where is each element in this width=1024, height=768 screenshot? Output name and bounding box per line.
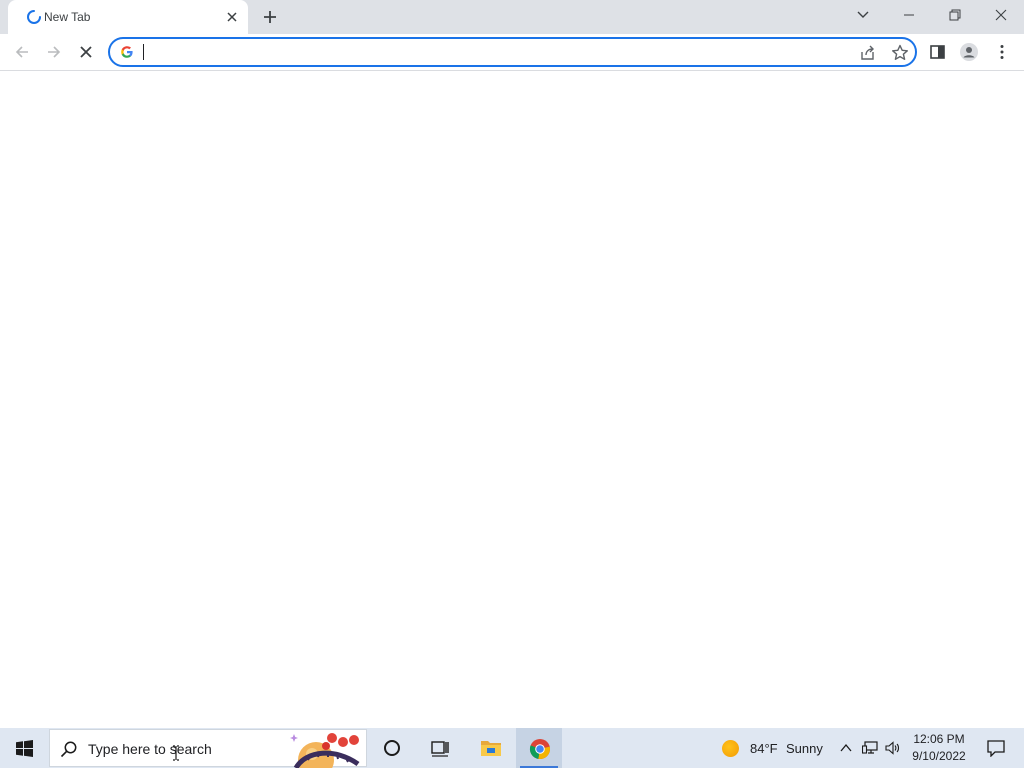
file-explorer-button[interactable] [467,728,513,768]
minimize-button[interactable] [886,0,932,30]
text-caret [143,44,144,60]
google-icon [121,46,133,58]
task-view-icon [431,741,449,757]
search-placeholder: Type here to search [88,741,212,757]
restore-icon [949,9,961,21]
tab-new-tab[interactable]: New Tab [8,0,248,34]
address-input[interactable] [142,42,842,62]
tab-title: New Tab [44,10,91,24]
cortana-icon [384,740,400,756]
stop-button[interactable] [72,38,100,66]
menu-icon [1000,45,1004,59]
forward-icon [48,46,61,58]
tab-search-button[interactable] [840,0,886,30]
start-button[interactable] [0,728,48,768]
side-panel-icon [930,45,945,59]
tab-search-icon [857,11,869,18]
back-button[interactable] [8,38,36,66]
search-icon [60,741,77,758]
taskbar-search-box[interactable]: Type here to search [49,729,368,768]
profile-button[interactable] [955,38,983,66]
network-icon [862,741,878,754]
action-center-button[interactable] [976,728,1016,768]
browser-toolbar [0,34,1024,71]
chrome-taskbar-button[interactable] [516,728,562,768]
notification-icon [987,740,1005,757]
profile-icon [960,43,978,61]
sun-icon [722,740,739,757]
new-tab-button[interactable] [259,6,281,28]
show-hidden-icons-button[interactable] [836,728,858,768]
search-highlight-image[interactable] [286,730,368,768]
back-icon [15,46,28,58]
side-panel-button[interactable] [924,38,952,66]
system-clock[interactable]: 12:06 PM 9/10/2022 [904,728,974,768]
close-icon[interactable] [224,9,240,25]
loading-spinner-icon [27,10,41,24]
minimize-icon [904,14,914,16]
weather-temperature: 84°F [750,741,778,756]
chevron-up-icon [840,743,852,752]
bookmark-star-icon[interactable] [890,43,910,63]
cortana-button[interactable] [369,728,415,768]
chrome-icon [529,739,551,760]
clock-date: 9/10/2022 [912,749,966,763]
volume-button[interactable] [882,728,904,768]
restore-button[interactable] [932,0,978,30]
windows-start-icon [16,740,33,757]
stop-icon [80,46,92,58]
menu-button[interactable] [988,38,1016,66]
page-content [0,71,1024,728]
task-view-button[interactable] [417,728,463,768]
share-icon[interactable] [858,43,878,63]
address-bar[interactable] [108,37,917,67]
text-cursor-icon [173,745,179,761]
network-button[interactable] [859,728,881,768]
forward-button[interactable] [40,38,68,66]
clock-time: 12:06 PM [913,732,965,746]
volume-icon [885,741,900,755]
file-explorer-icon [481,741,501,756]
tab-strip: New Tab [0,0,1024,34]
close-window-button[interactable] [978,0,1024,30]
taskbar: Type here to search 84°F Sunny 12:06 PM … [0,728,1024,768]
weather-widget[interactable]: 84°F Sunny [716,728,832,768]
close-window-icon [995,9,1007,21]
weather-condition: Sunny [786,741,823,756]
